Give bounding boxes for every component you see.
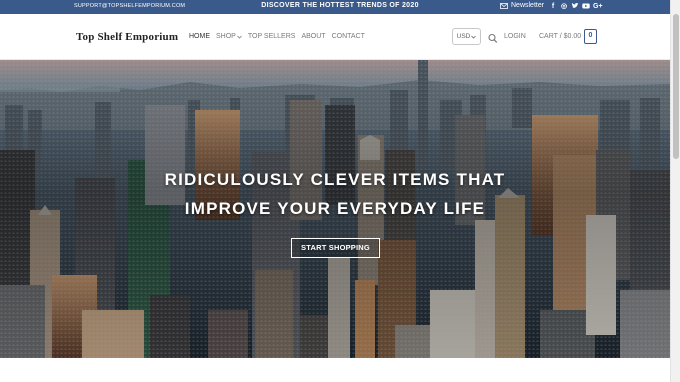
cart-link[interactable]: CART / $0.00 (539, 33, 581, 40)
login-link[interactable]: LOGIN (504, 33, 526, 40)
page: SUPPORT@TOPSHELFEMPORIUM.COM DISCOVER TH… (0, 0, 680, 382)
site-header: Top Shelf Emporium HOME SHOP TOP SELLERS… (0, 14, 680, 60)
currency-value: USD (456, 33, 471, 40)
chevron-down-icon (471, 35, 477, 39)
instagram-icon[interactable]: ◎ (560, 2, 568, 11)
currency-selector[interactable]: USD (452, 28, 481, 45)
nav-about[interactable]: ABOUT (301, 33, 325, 40)
main-nav: HOME SHOP TOP SELLERS ABOUT CONTACT (189, 33, 365, 40)
facebook-icon[interactable]: f (549, 2, 557, 11)
hero-title-line1: RIDICULOUSLY CLEVER ITEMS THAT (164, 170, 506, 189)
nav-shop[interactable]: SHOP (216, 33, 242, 40)
page-scrollbar[interactable] (670, 0, 680, 382)
nav-top-sellers[interactable]: TOP SELLERS (248, 33, 296, 40)
nav-contact[interactable]: CONTACT (332, 33, 365, 40)
newsletter-label: Newsletter (511, 2, 545, 9)
hero-banner: RIDICULOUSLY CLEVER ITEMS THAT IMPROVE Y… (0, 60, 670, 358)
nav-home[interactable]: HOME (189, 33, 210, 40)
youtube-icon[interactable] (582, 2, 590, 11)
chevron-down-icon (237, 35, 242, 39)
newsletter-link[interactable]: Newsletter (500, 2, 544, 9)
social-links: f ◎ G+ (549, 2, 603, 11)
hero-title-line2: IMPROVE YOUR EVERYDAY LIFE (184, 199, 486, 218)
search-icon[interactable] (488, 31, 498, 43)
start-shopping-button[interactable]: START SHOPPING (291, 238, 380, 258)
google-plus-icon[interactable]: G+ (593, 2, 603, 11)
scrollbar-thumb[interactable] (673, 14, 679, 159)
site-logo[interactable]: Top Shelf Emporium (76, 31, 178, 43)
envelope-icon (500, 2, 508, 9)
cart-count-badge[interactable]: 0 (584, 29, 597, 44)
announcement-bar: SUPPORT@TOPSHELFEMPORIUM.COM DISCOVER TH… (0, 0, 680, 14)
twitter-icon[interactable] (571, 2, 579, 11)
nav-shop-label: SHOP (216, 33, 236, 40)
page-bottom-strip (0, 358, 670, 382)
